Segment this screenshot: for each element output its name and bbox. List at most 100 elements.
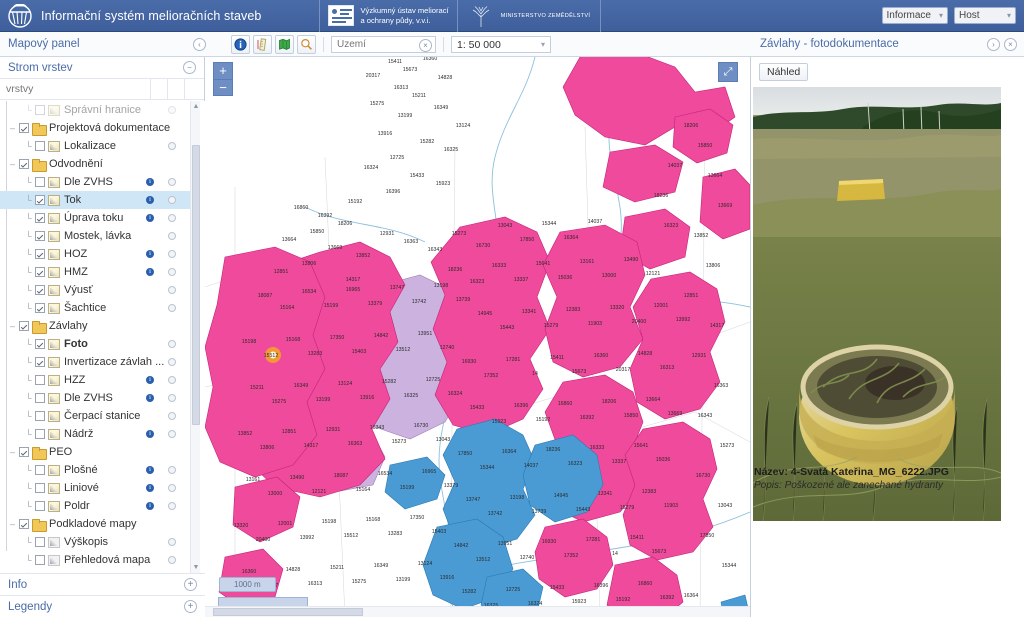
clear-circle-icon[interactable]: × <box>419 39 432 52</box>
layer-info-icon[interactable]: i <box>146 394 154 402</box>
zoom-in-button[interactable]: + <box>213 62 233 79</box>
zoom-out-button[interactable]: − <box>213 79 233 96</box>
layer-checkbox[interactable] <box>35 411 45 421</box>
layer-search-input[interactable] <box>0 80 150 99</box>
layer-checkbox[interactable] <box>19 159 29 169</box>
layer-checkbox[interactable] <box>35 249 45 259</box>
layer-tree-item-24[interactable]: └Výškopis <box>0 533 190 551</box>
layer-checkbox[interactable] <box>35 393 45 403</box>
layer-checkbox[interactable] <box>19 321 29 331</box>
layer-settings-icon[interactable] <box>168 358 176 366</box>
layer-tree-item-7[interactable]: └Mostek, lávka <box>0 227 190 245</box>
layer-checkbox[interactable] <box>35 105 45 115</box>
layer-tree-item-15[interactable]: └HZZi <box>0 371 190 389</box>
identify-tool-button[interactable] <box>231 35 250 54</box>
layer-tree-item-25[interactable]: └Přehledová mapa <box>0 551 190 569</box>
layer-settings-icon[interactable] <box>168 484 176 492</box>
map-canvas[interactable]: 1541115673163602031714828163131521115275… <box>205 57 750 617</box>
map-hscroll-thumb[interactable] <box>213 608 363 616</box>
layer-info-icon[interactable]: i <box>146 376 154 384</box>
tree-expand-icon[interactable]: – <box>6 317 19 335</box>
layer-checkbox[interactable] <box>35 285 45 295</box>
layer-checkbox[interactable] <box>35 177 45 187</box>
tree-expand-icon[interactable]: – <box>6 443 19 461</box>
layer-settings-icon[interactable] <box>168 232 176 240</box>
layer-info-icon[interactable]: i <box>146 178 154 186</box>
layer-info-icon[interactable]: i <box>146 196 154 204</box>
layer-info-icon[interactable]: i <box>146 268 154 276</box>
layer-checkbox[interactable] <box>35 141 45 151</box>
layer-tree-item-8[interactable]: └HOZi <box>0 245 190 263</box>
layer-tree-scrollbar[interactable]: ▲ ▼ <box>190 101 200 573</box>
layer-tree-item-13[interactable]: └Foto <box>0 335 190 353</box>
layer-settings-icon[interactable] <box>168 556 176 564</box>
layer-tree-item-5[interactable]: └Toki <box>0 191 190 209</box>
layer-checkbox[interactable] <box>35 555 45 565</box>
layer-checkbox[interactable] <box>35 537 45 547</box>
photo-image[interactable] <box>753 87 1001 521</box>
layer-tree-item-23[interactable]: –Podkladové mapy <box>0 515 190 533</box>
layer-settings-icon[interactable] <box>168 340 176 348</box>
layer-tree-item-2[interactable]: └Lokalizace <box>0 137 190 155</box>
layer-checkbox[interactable] <box>35 231 45 241</box>
layer-settings-icon[interactable] <box>168 286 176 294</box>
layer-settings-icon[interactable] <box>168 214 176 222</box>
layer-info-icon[interactable]: i <box>146 214 154 222</box>
layer-settings-icon[interactable] <box>168 538 176 546</box>
layer-checkbox[interactable] <box>19 123 29 133</box>
layer-settings-icon[interactable] <box>168 412 176 420</box>
layer-settings-icon[interactable] <box>168 268 176 276</box>
collapse-left-icon[interactable]: ‹ <box>193 38 206 51</box>
measure-tool-button[interactable] <box>253 35 272 54</box>
layer-tree-item-14[interactable]: └Invertizace závlah ... <box>0 353 190 371</box>
layer-tree-item-11[interactable]: └Šachtice <box>0 299 190 317</box>
layer-settings-icon[interactable] <box>168 466 176 474</box>
info-section-toggle[interactable]: Info + <box>0 573 205 595</box>
layer-tree-item-20[interactable]: └Plošnéi <box>0 461 190 479</box>
layer-checkbox[interactable] <box>35 501 45 511</box>
layer-tree-item-10[interactable]: └Výusť <box>0 281 190 299</box>
layer-checkbox[interactable] <box>35 267 45 277</box>
layer-tree-item-18[interactable]: └Nádrži <box>0 425 190 443</box>
layer-tree-item-22[interactable]: └Poldri <box>0 497 190 515</box>
layer-tree-item-12[interactable]: –Závlahy <box>0 317 190 335</box>
layer-settings-icon[interactable] <box>168 142 176 150</box>
layer-checkbox[interactable] <box>35 303 45 313</box>
expand-right-icon[interactable]: › <box>987 38 1000 51</box>
layer-checkbox[interactable] <box>35 357 45 367</box>
preview-button[interactable]: Náhled <box>759 63 808 81</box>
layer-checkbox[interactable] <box>35 429 45 439</box>
tree-expand-icon[interactable]: – <box>6 515 19 533</box>
map-horizontal-scrollbar[interactable] <box>205 606 750 617</box>
scale-select[interactable]: 1: 50 000 ▾ <box>451 36 551 53</box>
plus-circle-icon[interactable]: + <box>184 578 197 591</box>
layer-settings-icon[interactable] <box>168 178 176 186</box>
user-menu-button[interactable]: Host ▾ <box>954 7 1016 24</box>
layer-tree-item-1[interactable]: –Projektová dokumentace <box>0 119 190 137</box>
layer-settings-icon[interactable] <box>168 304 176 312</box>
layer-tree-item-4[interactable]: └Dle ZVHSi <box>0 173 190 191</box>
layer-checkbox[interactable] <box>35 339 45 349</box>
layer-tree-item-6[interactable]: └Úprava tokui <box>0 209 190 227</box>
tree-expand-icon[interactable]: – <box>6 119 19 137</box>
layer-settings-icon[interactable] <box>168 196 176 204</box>
layer-tree-item-3[interactable]: –Odvodnění <box>0 155 190 173</box>
layer-settings-icon[interactable] <box>168 394 176 402</box>
layer-tree-item-16[interactable]: └Dle ZVHSi <box>0 389 190 407</box>
layer-settings-icon[interactable] <box>168 430 176 438</box>
layer-checkbox[interactable] <box>35 213 45 223</box>
tree-expand-icon[interactable]: – <box>6 155 19 173</box>
layer-settings-icon[interactable] <box>168 106 176 114</box>
layer-checkbox[interactable] <box>35 375 45 385</box>
scrollbar-thumb[interactable] <box>192 145 200 425</box>
layer-info-icon[interactable]: i <box>146 250 154 258</box>
layer-settings-icon[interactable] <box>168 250 176 258</box>
layer-info-icon[interactable]: i <box>146 430 154 438</box>
layer-checkbox[interactable] <box>35 195 45 205</box>
layer-checkbox[interactable] <box>35 465 45 475</box>
minus-circle-icon[interactable]: − <box>183 61 196 74</box>
layer-checkbox[interactable] <box>19 447 29 457</box>
layer-info-icon[interactable]: i <box>146 502 154 510</box>
layer-tree[interactable]: └Správní hranice–Projektová dokumentace└… <box>0 101 205 573</box>
layer-checkbox[interactable] <box>35 483 45 493</box>
